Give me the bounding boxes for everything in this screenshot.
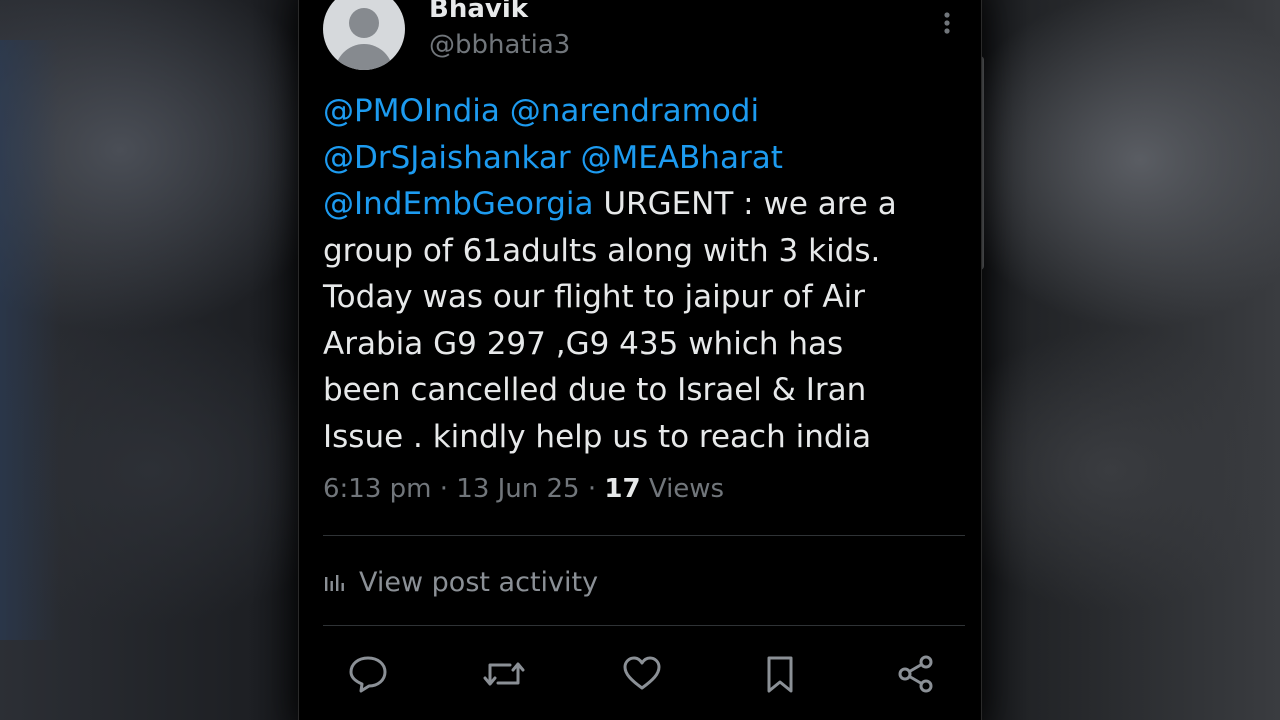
views-label: Views xyxy=(648,474,725,504)
tweet-text: @PMOIndia @narendramodi @DrSJaishankar @… xyxy=(323,88,963,460)
repost-button[interactable] xyxy=(478,648,530,700)
mention-link[interactable]: @IndEmbGeorgia xyxy=(323,186,593,222)
tweet-body-rest: group of 61adults along with 3 kids. Tod… xyxy=(323,232,881,455)
like-button[interactable] xyxy=(616,648,668,700)
bookmark-icon xyxy=(767,656,793,693)
mention-link[interactable]: @narendramodi xyxy=(510,93,759,129)
mention-link[interactable]: @DrSJaishankar xyxy=(323,140,571,176)
share-button[interactable] xyxy=(890,648,942,700)
divider xyxy=(323,625,965,626)
bookmark-button[interactable] xyxy=(754,648,806,700)
meta-separator: · xyxy=(439,474,457,504)
tweet-body-start: URGENT : we are a xyxy=(603,186,897,222)
action-bar xyxy=(323,648,965,700)
tweet-time[interactable]: 6:13 pm xyxy=(323,474,431,504)
view-post-activity-label: View post activity xyxy=(359,566,599,598)
views-count: 17 xyxy=(604,474,641,504)
tweet-date[interactable]: 13 Jun 25 xyxy=(456,474,579,504)
share-nodes-icon xyxy=(898,655,933,693)
author-name[interactable]: Bhavik xyxy=(429,0,528,24)
more-options-icon[interactable] xyxy=(935,8,959,38)
author-handle[interactable]: @bbhatia3 xyxy=(429,30,570,60)
meta-separator: · xyxy=(587,474,605,504)
heart-icon xyxy=(623,656,661,690)
view-post-activity-button[interactable]: View post activity xyxy=(323,560,598,604)
avatar-body-shape xyxy=(335,44,393,70)
blurred-edge xyxy=(0,40,60,640)
reply-button[interactable] xyxy=(342,648,394,700)
avatar[interactable] xyxy=(323,0,405,70)
mention-link[interactable]: @MEABharat xyxy=(581,140,783,176)
tweet-meta: 6:13 pm · 13 Jun 25 · 17 Views xyxy=(323,474,724,504)
divider xyxy=(323,535,965,536)
repost-arrows-icon xyxy=(483,662,525,686)
speech-bubble-icon xyxy=(349,656,387,693)
avatar-head-shape xyxy=(349,8,379,38)
analytics-bars-icon xyxy=(325,575,344,591)
tweet-screen: Bhavik @bbhatia3 @PMOIndia @narendramodi… xyxy=(298,0,982,720)
mention-link[interactable]: @PMOIndia xyxy=(323,93,500,129)
